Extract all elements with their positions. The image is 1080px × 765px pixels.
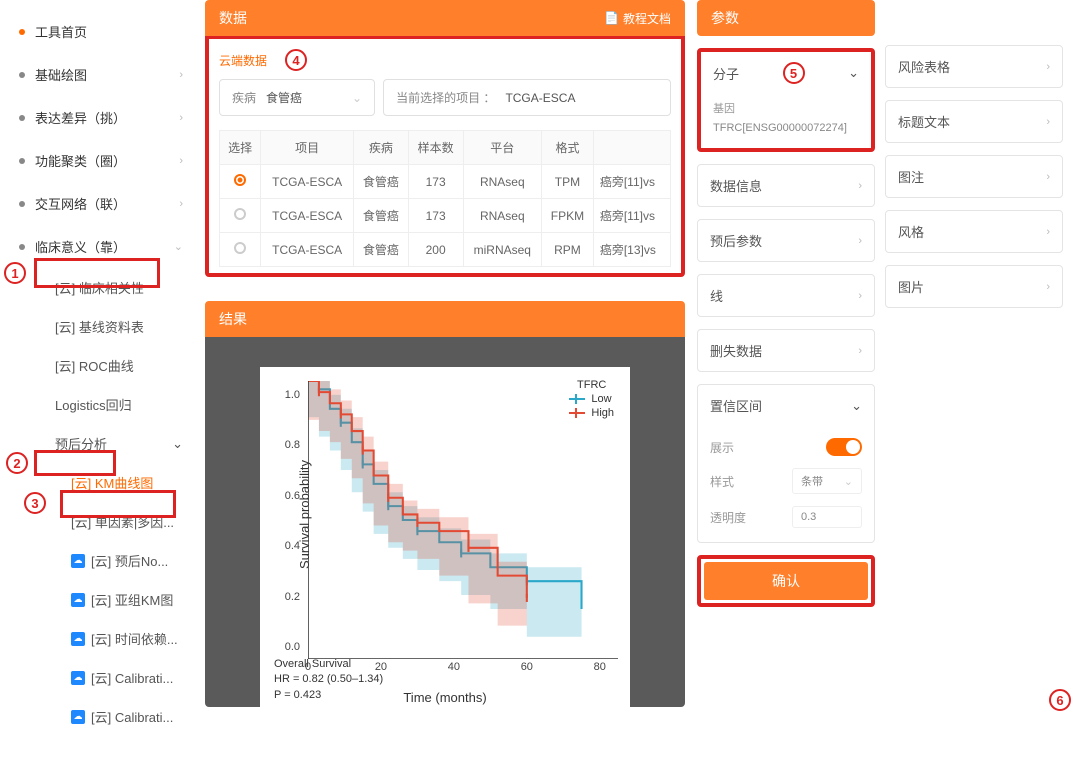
sub-logistics-regression[interactable]: Logistics回归: [15, 385, 195, 424]
nav-expression-diff[interactable]: 表达差异（挑）›: [15, 96, 195, 139]
cloud-icon: ☁: [71, 632, 85, 646]
sub-clinical-correlation[interactable]: [云] 临床相关性: [15, 268, 195, 307]
data-panel-body: 云端数据 4 疾病 食管癌 ⌄ 当前选择的项目 ： TCGA-ESCA: [205, 36, 685, 277]
nav-basic-plot[interactable]: 基础绘图›: [15, 53, 195, 96]
result-panel-body: Survival probability 0.00.20.40.60.81.0 …: [205, 337, 685, 707]
callout-1: 1: [4, 262, 26, 284]
sub-calibration-2[interactable]: ☁[云] Calibrati...: [15, 697, 195, 736]
ci-style-select[interactable]: 条带⌄: [792, 468, 862, 494]
x-axis-label: Time (months): [403, 690, 486, 705]
nav-interaction-network[interactable]: 交互网络（联）›: [15, 182, 195, 225]
nav-functional-cluster[interactable]: 功能聚类（圈）›: [15, 139, 195, 182]
prognosis-param[interactable]: 预后参数›: [697, 219, 875, 262]
confidence-interval-param: 置信区间⌄ 展示 样式条带⌄ 透明度0.3: [697, 384, 875, 543]
missing-data-param[interactable]: 删失数据›: [697, 329, 875, 372]
callout-2: 2: [6, 452, 28, 474]
data-info-param[interactable]: 数据信息›: [697, 164, 875, 207]
callout-6: 6: [1049, 689, 1071, 711]
sub-subgroup-km[interactable]: ☁[云] 亚组KM图: [15, 580, 195, 619]
chevron-down-icon[interactable]: ⌄: [851, 398, 862, 414]
cloud-icon: ☁: [71, 554, 85, 568]
confirm-button[interactable]: 确认: [704, 562, 868, 600]
dataset-table: 选择项目疾病样本数平台格式 TCGA-ESCA食管癌173RNAseqTPM癌旁…: [219, 130, 671, 267]
params-panel-header: 参数: [697, 0, 875, 36]
gene-value: TFRC[ENSG00000072274]: [713, 122, 859, 134]
chevron-right-icon: ›: [179, 155, 183, 167]
risk-table-param[interactable]: 风险表格›: [885, 45, 1063, 88]
table-row[interactable]: TCGA-ESCA食管癌200miRNAseqRPM癌旁[13]vs: [220, 233, 671, 267]
callout-5: 5: [783, 62, 805, 84]
disease-select[interactable]: 疾病 食管癌 ⌄: [219, 79, 375, 116]
ci-opacity-input[interactable]: 0.3: [792, 506, 862, 528]
cloud-icon: ☁: [71, 593, 85, 607]
row-radio[interactable]: [234, 174, 246, 186]
sub-calibration-1[interactable]: ☁[云] Calibrati...: [15, 658, 195, 697]
cloud-icon: ☁: [71, 671, 85, 685]
table-row[interactable]: TCGA-ESCA食管癌173RNAseqFPKM癌旁[11]vs: [220, 199, 671, 233]
chevron-down-icon: ⌄: [174, 240, 183, 253]
legend-param[interactable]: 图注›: [885, 155, 1063, 198]
nav-home[interactable]: 工具首页: [15, 10, 195, 53]
title-text-param[interactable]: 标题文本›: [885, 100, 1063, 143]
sub-prognosis-analysis[interactable]: 预后分析⌄: [15, 424, 195, 463]
row-radio[interactable]: [234, 208, 246, 220]
chevron-down-icon: ⌄: [352, 91, 362, 105]
sidebar: 工具首页 基础绘图› 表达差异（挑）› 功能聚类（圈）› 交互网络（联）› 临床…: [0, 0, 195, 765]
data-panel-header: 数据 📄教程文档: [205, 0, 685, 36]
chart-legend: TFRC LowHigh: [569, 379, 614, 419]
sub-baseline-table[interactable]: [云] 基线资料表: [15, 307, 195, 346]
line-param[interactable]: 线›: [697, 274, 875, 317]
selected-project: 当前选择的项目 ： TCGA-ESCA: [383, 79, 671, 116]
result-panel-header: 结果: [205, 301, 685, 337]
cloud-icon: ☁: [71, 710, 85, 724]
chevron-right-icon: ›: [179, 198, 183, 210]
data-panel-title: 数据: [219, 8, 247, 28]
cloud-data-label: 云端数据: [219, 52, 267, 69]
document-icon: 📄: [604, 11, 619, 25]
sub-roc-curve[interactable]: [云] ROC曲线: [15, 346, 195, 385]
nav-clinical-significance[interactable]: 临床意义（靠）⌄: [15, 225, 195, 268]
molecule-label: 分子: [713, 64, 739, 83]
image-param[interactable]: 图片›: [885, 265, 1063, 308]
chevron-right-icon: ›: [179, 112, 183, 124]
callout-4: 4: [285, 49, 307, 71]
chevron-down-icon: ⌄: [172, 436, 183, 452]
callout-3: 3: [24, 492, 46, 514]
tutorial-doc-link[interactable]: 📄教程文档: [604, 10, 671, 27]
table-row[interactable]: TCGA-ESCA食管癌173RNAseqTPM癌旁[11]vs: [220, 165, 671, 199]
chevron-down-icon[interactable]: ⌄: [848, 65, 859, 81]
sub-time-dependent[interactable]: ☁[云] 时间依赖...: [15, 619, 195, 658]
gene-label: 基因: [713, 100, 859, 116]
sub-prognosis-no[interactable]: ☁[云] 预后No...: [15, 541, 195, 580]
chevron-right-icon: ›: [179, 69, 183, 81]
km-survival-chart: Survival probability 0.00.20.40.60.81.0 …: [260, 367, 630, 707]
row-radio[interactable]: [234, 242, 246, 254]
style-param[interactable]: 风格›: [885, 210, 1063, 253]
ci-show-toggle[interactable]: [826, 438, 862, 456]
molecule-param-box: 分子 5 ⌄ 基因 TFRC[ENSG00000072274]: [697, 48, 875, 152]
